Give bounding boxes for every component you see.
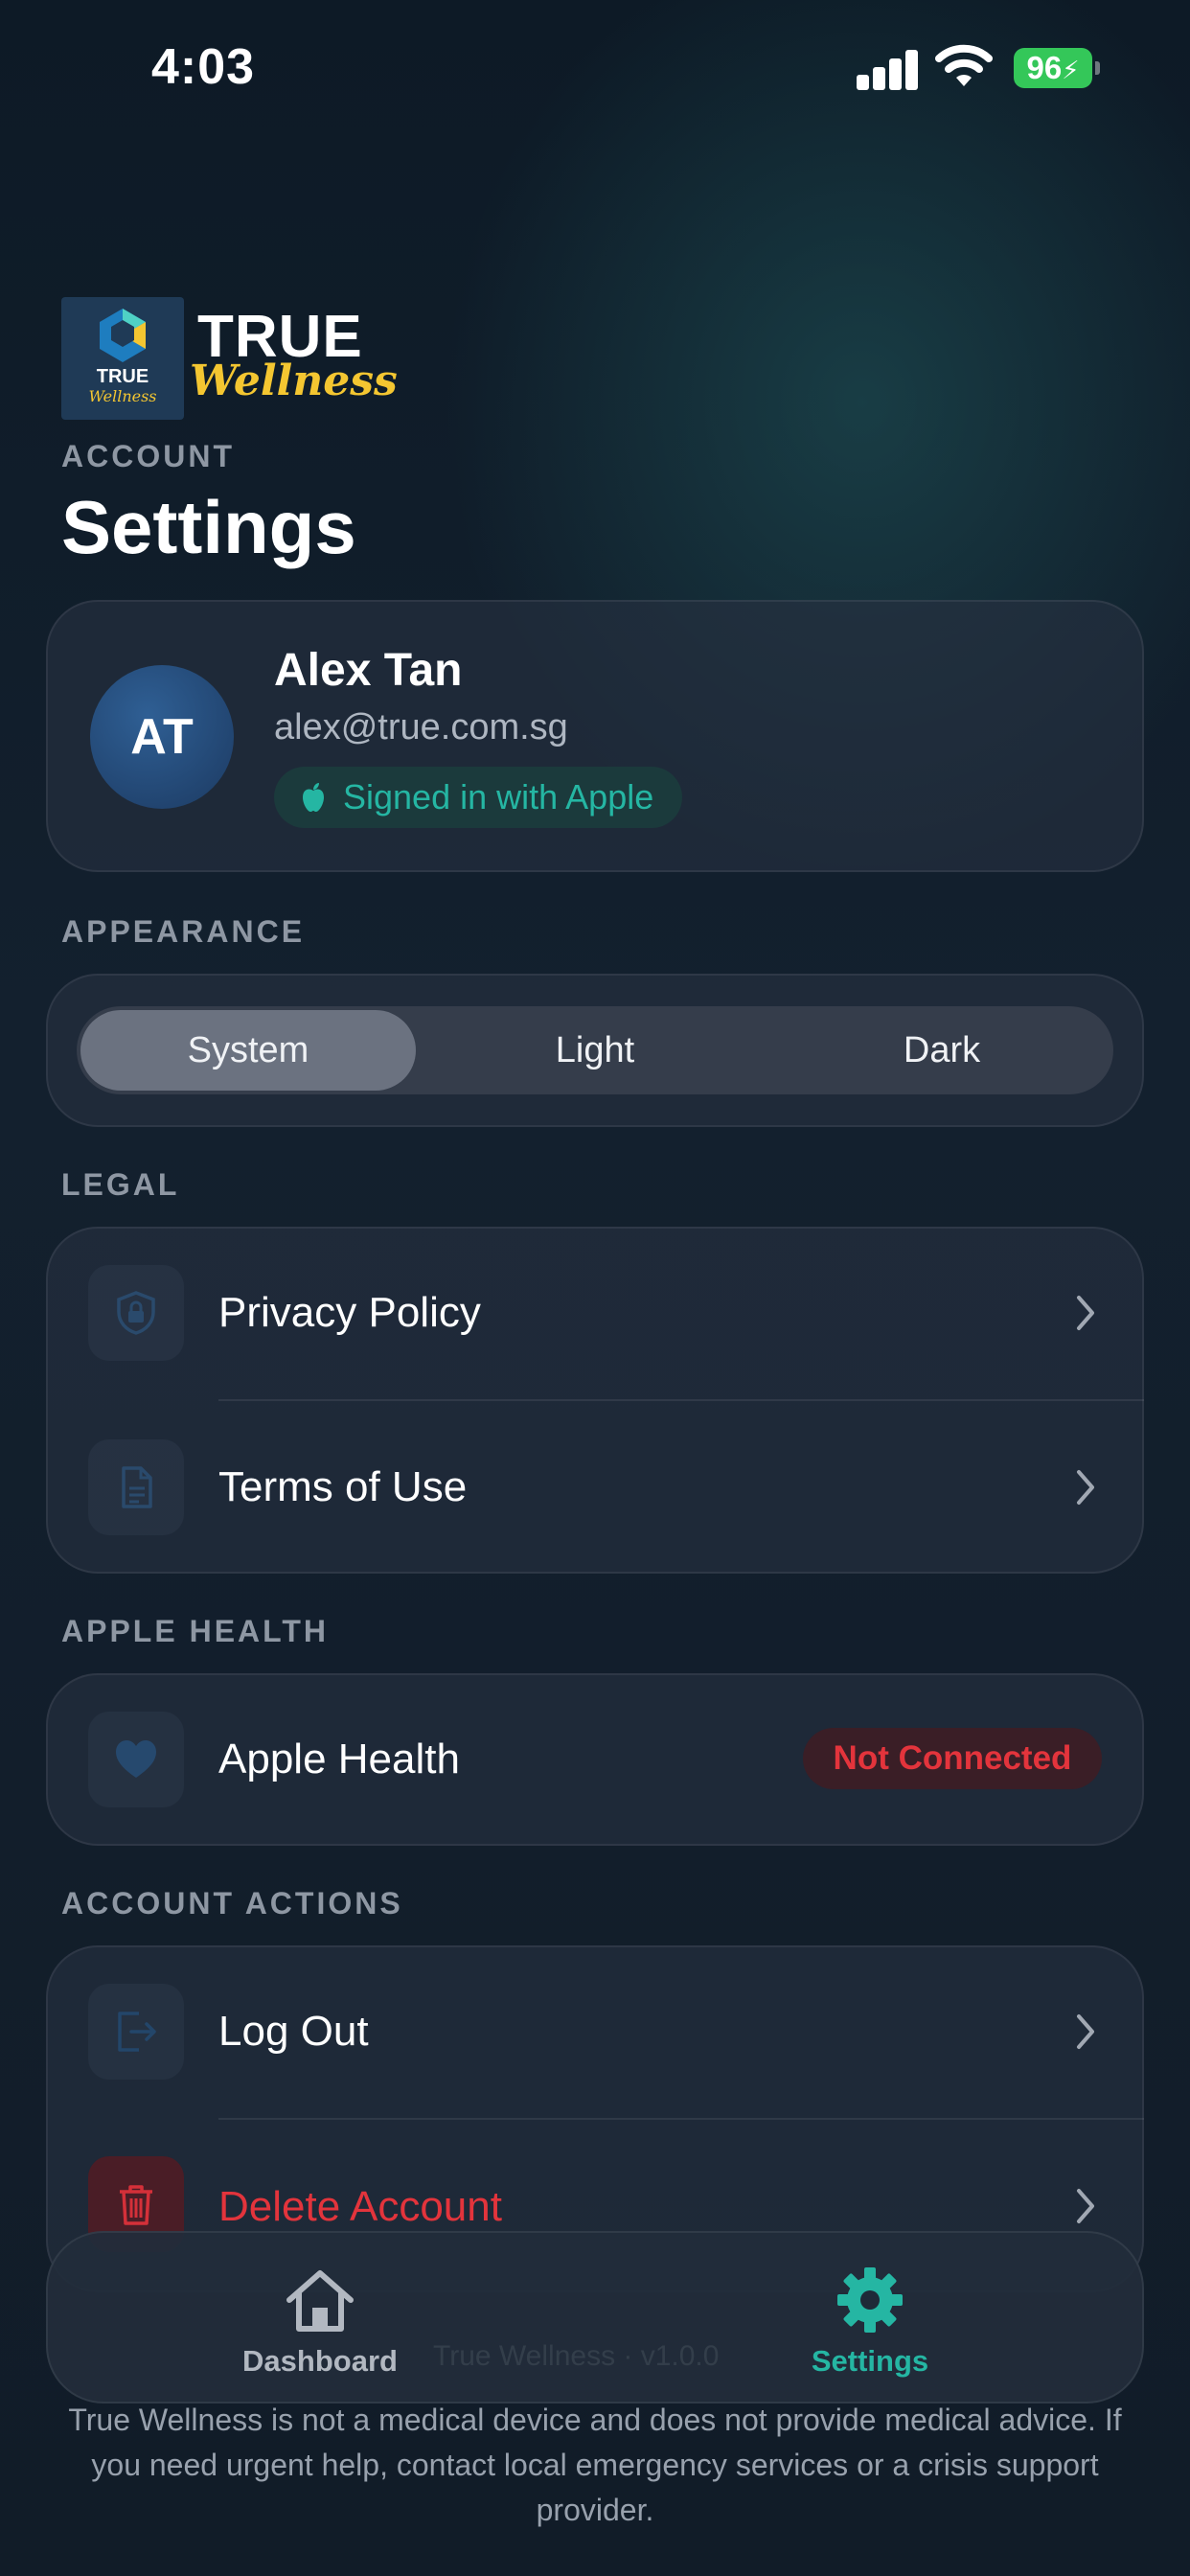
brand-script: Wellness — [190, 356, 398, 405]
chevron-right-icon — [1077, 1296, 1094, 1330]
logo-mark-word: TRUE — [96, 366, 149, 387]
signin-badge-label: Signed in with Apple — [343, 777, 654, 816]
page-title: Settings — [61, 485, 356, 569]
appearance-segmented-control: System Light Dark — [77, 1006, 1113, 1094]
terms-of-use-row[interactable] — [46, 1401, 1144, 1574]
app-version: True Wellness · v1.0.0 — [433, 2340, 720, 2372]
wifi-icon — [935, 44, 993, 86]
shield-lock-icon — [117, 1291, 155, 1335]
log-out-label: Log Out — [218, 2008, 369, 2055]
profile-name: Alex Tan — [274, 645, 463, 696]
appearance-option-light[interactable]: Light — [427, 1010, 763, 1091]
chevron-right-icon — [1077, 2014, 1094, 2049]
section-label-account: ACCOUNT — [61, 439, 235, 473]
avatar: AT — [90, 665, 234, 809]
apple-health-label: Apple Health — [218, 1736, 460, 1782]
gear-icon — [837, 2267, 903, 2333]
privacy-icon-tile — [88, 1265, 184, 1361]
privacy-policy-label: Privacy Policy — [218, 1289, 481, 1336]
delete-account-label: Delete Account — [218, 2183, 502, 2230]
status-time: 4:03 — [151, 39, 256, 95]
logout-icon — [118, 2012, 156, 2052]
logo-hexagon-icon — [100, 309, 146, 362]
app-logo: TRUE Wellness — [61, 297, 184, 420]
tab-settings[interactable]: Settings — [745, 2252, 995, 2386]
tab-dashboard-label: Dashboard — [242, 2344, 398, 2378]
battery-indicator: 96⚡ — [1014, 48, 1100, 88]
section-label-legal: LEGAL — [61, 1167, 180, 1202]
chevron-right-icon — [1077, 1470, 1094, 1505]
log-out-row[interactable] — [46, 1945, 1144, 2118]
logo-mark-script: Wellness — [88, 387, 157, 405]
section-label-account-actions: ACCOUNT ACTIONS — [61, 1886, 403, 1920]
heart-icon — [116, 1740, 156, 1778]
delete-account-row[interactable] — [46, 2120, 1144, 2231]
health-icon-tile — [88, 1712, 184, 1807]
appearance-option-system[interactable]: System — [80, 1010, 416, 1091]
section-label-appearance: APPEARANCE — [61, 914, 306, 949]
section-label-apple-health: APPLE HEALTH — [61, 1614, 329, 1648]
terms-icon-tile — [88, 1439, 184, 1535]
signin-badge: Signed in with Apple — [274, 767, 683, 828]
cellular-signal-icon — [857, 48, 920, 90]
battery-level: 96 — [1026, 50, 1063, 85]
tab-settings-label: Settings — [811, 2344, 929, 2378]
chevron-right-icon — [1077, 2189, 1094, 2223]
trash-icon — [120, 2185, 152, 2225]
profile-email: alex@true.com.sg — [274, 707, 568, 748]
logout-icon-tile — [88, 1984, 184, 2080]
document-icon — [122, 1466, 152, 1508]
tab-dashboard[interactable]: Dashboard — [195, 2252, 445, 2386]
terms-of-use-label: Terms of Use — [218, 1463, 468, 1510]
privacy-policy-row[interactable] — [46, 1227, 1144, 1399]
status-badge: Not Connected — [803, 1728, 1102, 1789]
apple-icon — [303, 783, 324, 812]
medical-disclaimer: True Wellness is not a medical device an… — [68, 2403, 1122, 2527]
home-icon — [286, 2270, 354, 2332]
appearance-option-dark[interactable]: Dark — [774, 1010, 1110, 1091]
